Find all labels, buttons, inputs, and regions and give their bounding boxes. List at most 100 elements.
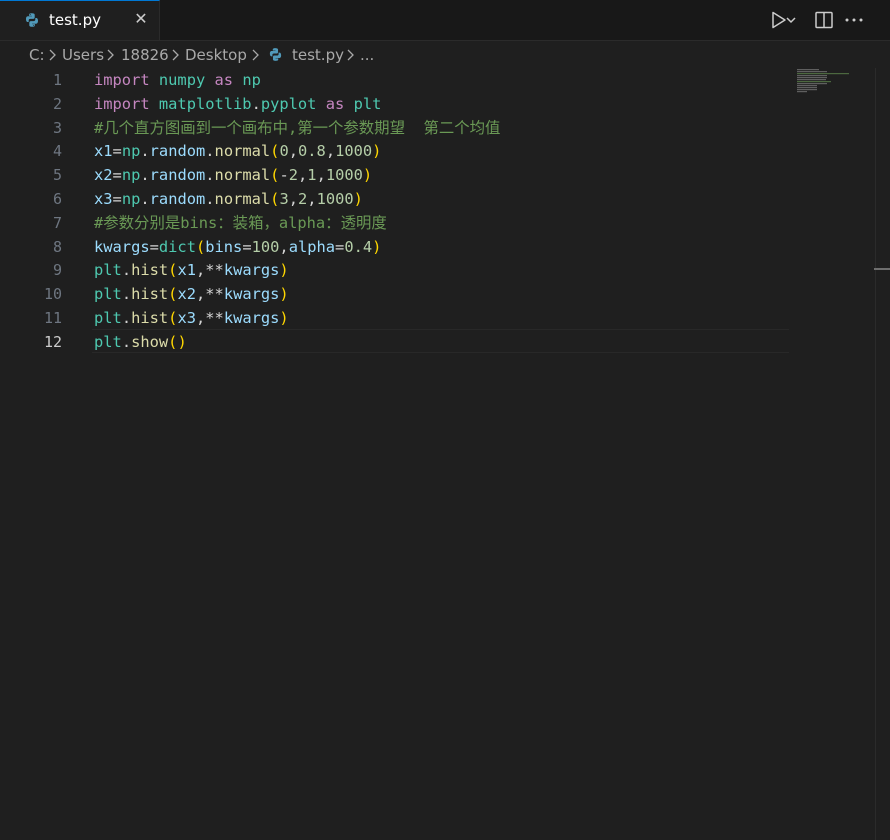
code-line[interactable]: 2 import matplotlib.pyplot as plt: [0, 92, 790, 116]
breadcrumb-item-file[interactable]: test.py: [292, 46, 344, 64]
code-token: ,**: [196, 285, 224, 304]
code-line[interactable]: 12 plt.show(): [0, 330, 790, 354]
code-token: as: [214, 71, 234, 89]
code-token: 1: [307, 166, 317, 185]
code-token: plt: [94, 309, 122, 327]
code-text: import numpy as np: [94, 68, 261, 92]
code-line[interactable]: 9 plt.hist(x1,**kwargs): [0, 258, 790, 282]
breadcrumb-item-desktop[interactable]: Desktop: [185, 46, 247, 64]
code-token: -: [279, 166, 289, 185]
tab-test-py[interactable]: test.py ✕: [0, 0, 160, 40]
code-token: dict: [158, 237, 196, 256]
code-token: normal: [214, 190, 271, 208]
code-token: 1000: [325, 166, 363, 185]
python-file-icon: [26, 13, 38, 27]
code-token: normal: [214, 142, 271, 161]
code-token: kwargs: [223, 309, 280, 327]
code-line[interactable]: 3 #几个直方图画到一个画布中,第一个参数期望 第二个均值: [0, 116, 790, 140]
code-token: ,: [288, 142, 298, 161]
code-token: plt: [94, 332, 122, 351]
line-number: 10: [43, 285, 62, 304]
line-number: 11: [43, 309, 62, 327]
code-token: ,**: [196, 261, 224, 280]
code-token: x2: [177, 285, 196, 304]
code-token: x3: [94, 190, 113, 208]
chevron-right-icon: [172, 49, 179, 61]
line-number: 2: [52, 94, 62, 113]
code-token: ,: [316, 166, 326, 185]
minimap[interactable]: [797, 68, 857, 108]
code-line[interactable]: 1 import numpy as np: [0, 68, 790, 92]
code-token: x2: [94, 166, 113, 185]
code-token: bins: [205, 237, 243, 256]
code-token: plt: [94, 285, 122, 304]
code-line[interactable]: 8 kwargs=dict(bins=100,alpha=0.4): [0, 235, 790, 259]
code-token: matplotlib: [158, 94, 252, 113]
code-token: kwargs: [223, 285, 280, 304]
breadcrumb-item-users[interactable]: Users: [62, 46, 104, 64]
code-token: 2: [288, 166, 298, 185]
code-token: alpha: [288, 237, 336, 256]
code-token: numpy: [158, 71, 206, 89]
code-text: #几个直方图画到一个画布中,第一个参数期望 第二个均值: [94, 116, 500, 140]
code-token: ,: [325, 142, 336, 161]
code-token: plt: [94, 261, 122, 280]
code-token: np: [121, 166, 141, 185]
code-token: np: [242, 71, 261, 89]
code-token: np: [121, 142, 141, 161]
code-token: ,: [279, 237, 289, 256]
close-tab-icon[interactable]: ✕: [132, 10, 150, 28]
code-token: import: [94, 71, 150, 89]
python-file-icon: [269, 48, 282, 61]
code-line[interactable]: 11 plt.hist(x3,**kwargs): [0, 306, 790, 330]
code-token: hist: [131, 261, 169, 280]
code-token: .: [251, 94, 261, 113]
code-token: =: [112, 166, 122, 185]
code-token: 1000: [335, 142, 373, 161]
breadcrumb-item-user[interactable]: 18826: [121, 46, 169, 64]
code-token: 0.8: [298, 142, 326, 161]
code-token: as: [325, 94, 345, 113]
code-token: .: [205, 190, 215, 208]
code-token: 2: [298, 190, 308, 208]
code-token: .: [205, 142, 215, 161]
chevron-down-icon[interactable]: [784, 8, 798, 32]
code-token: (: [195, 237, 206, 256]
code-token: .: [121, 261, 132, 280]
code-editor[interactable]: 1 import numpy as np 2 import matplotlib.py…: [0, 68, 890, 840]
chevron-right-icon: [347, 49, 354, 61]
chevron-right-icon: [252, 49, 259, 61]
code-token: .: [121, 332, 132, 351]
code-token: ): [372, 237, 382, 256]
code-line[interactable]: 4 x1=np.random.normal(0,0.8,1000): [0, 139, 790, 163]
line-number: 5: [52, 166, 62, 185]
breadcrumb: C: Users 18826 Desktop test.py ...: [0, 41, 890, 69]
code-token: =: [112, 142, 122, 161]
split-editor-icon[interactable]: [812, 8, 836, 32]
code-token: =: [149, 237, 159, 256]
code-text: import matplotlib.pyplot as plt: [94, 92, 381, 116]
code-token: .: [121, 285, 132, 304]
code-text: plt.hist(x3,**kwargs): [94, 306, 289, 330]
line-number: 7: [52, 213, 62, 232]
vertical-scrollbar[interactable]: [875, 68, 890, 840]
code-token: =: [242, 237, 252, 256]
more-icon[interactable]: [842, 8, 866, 32]
code-token: ,: [298, 166, 308, 185]
code-text: kwargs=dict(bins=100,alpha=0.4): [94, 235, 381, 259]
code-token: 0.4: [344, 237, 373, 256]
code-line[interactable]: 5 x2=np.random.normal(-2,1,1000): [0, 163, 790, 187]
line-number: 12: [43, 332, 62, 351]
code-text: plt.show(): [94, 330, 187, 354]
breadcrumb-item-drive[interactable]: C:: [29, 46, 45, 64]
breadcrumb-item-symbols[interactable]: ...: [360, 46, 374, 64]
code-line[interactable]: 6 x3=np.random.normal(3,2,1000): [0, 187, 790, 211]
code-token: .: [140, 190, 150, 208]
code-line[interactable]: 10 plt.hist(x2,**kwargs): [0, 282, 790, 306]
code-line[interactable]: 7 #参数分别是bins：装箱，alpha：透明度: [0, 211, 790, 235]
code-token: kwargs: [94, 237, 150, 256]
line-number: 4: [52, 142, 62, 161]
